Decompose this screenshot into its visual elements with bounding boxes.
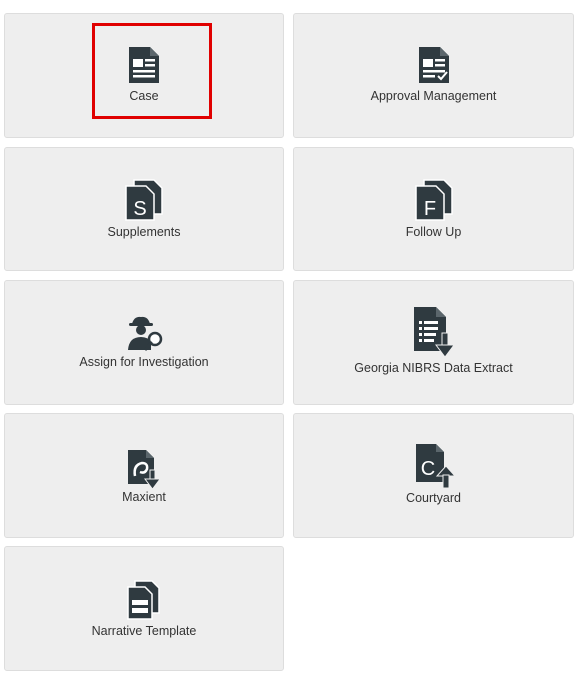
follow-up-f-icon: F (414, 179, 453, 221)
tile-narrative-template[interactable]: Narrative Template (4, 546, 284, 671)
case-document-icon (129, 47, 159, 83)
tile-label: Supplements (107, 225, 181, 239)
tile-courtyard[interactable]: C Courtyard (293, 413, 574, 538)
tile-assign-for-investigation[interactable]: Assign for Investigation (4, 280, 284, 405)
tile-label: Follow Up (405, 225, 462, 239)
approval-document-icon (418, 47, 449, 83)
svg-text:S: S (133, 198, 146, 220)
svg-text:F: F (423, 198, 435, 220)
tile-label: Narrative Template (91, 624, 197, 638)
narrative-template-icon (127, 580, 160, 620)
tile-label: Courtyard (406, 491, 461, 505)
maxient-download-icon (128, 450, 161, 490)
supplements-s-icon: S (125, 179, 163, 221)
tile-follow-up[interactable]: F Follow Up (293, 147, 574, 271)
tile-label: Maxient (122, 490, 166, 504)
tile-approval-management[interactable]: Approval Management (293, 13, 574, 138)
tile-case[interactable]: Case (4, 13, 284, 138)
tile-supplements[interactable]: S Supplements (4, 147, 284, 271)
tile-label: Case (129, 89, 159, 103)
courtyard-c-upload-icon: C (415, 444, 456, 489)
tile-label: Approval Management (370, 89, 497, 103)
tile-label: Assign for Investigation (79, 355, 209, 369)
investigator-magnifier-icon (128, 316, 163, 351)
data-extract-download-icon (413, 307, 455, 358)
tile-maxient[interactable]: Maxient (4, 413, 284, 538)
tile-georgia-nibrs-data-extract[interactable]: Georgia NIBRS Data Extract (293, 280, 574, 405)
svg-text:C: C (420, 458, 434, 480)
tile-label: Georgia NIBRS Data Extract (354, 361, 513, 375)
